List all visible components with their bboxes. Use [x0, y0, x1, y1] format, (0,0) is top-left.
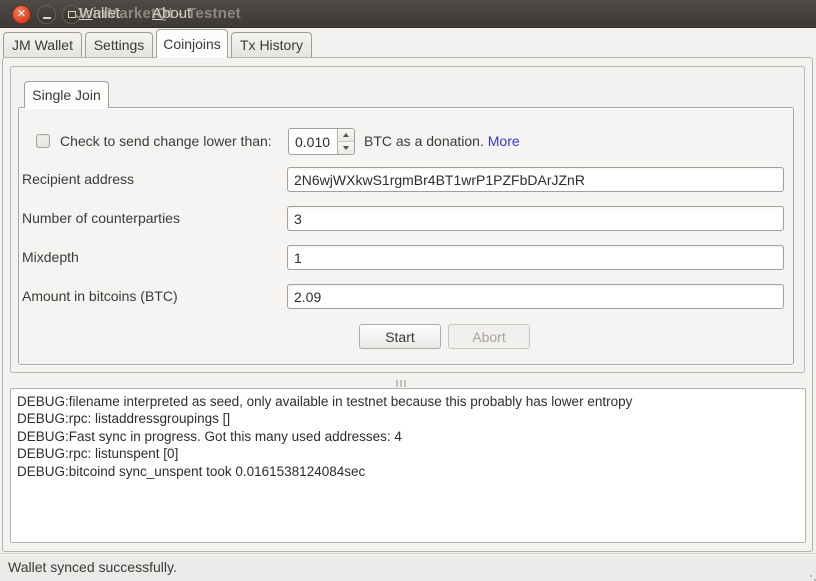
- donation-suffix: BTC as a donation. More: [364, 128, 520, 155]
- donation-checkbox-label: Check to send change lower than:: [60, 128, 272, 155]
- more-link[interactable]: More: [488, 133, 520, 149]
- mixdepth-input[interactable]: [287, 245, 784, 270]
- tab-single-join[interactable]: Single Join: [24, 81, 109, 108]
- abort-button[interactable]: Abort: [448, 324, 530, 349]
- menu-item-wallet[interactable]: Wallet: [79, 0, 120, 28]
- spin-down-icon[interactable]: [338, 142, 354, 154]
- title-stack: JoinMarketQt - Testnet Wallet About: [0, 0, 816, 28]
- log-line: DEBUG:Fast sync in progress. Got this ma…: [17, 428, 799, 445]
- splitter-handle[interactable]: [10, 378, 805, 387]
- spin-up-icon[interactable]: [338, 129, 354, 142]
- spinbox-arrows: [337, 129, 354, 154]
- donation-suffix-text: BTC as a donation.: [364, 133, 484, 149]
- recipient-address-input[interactable]: [287, 167, 784, 192]
- tab-tx-history[interactable]: Tx History: [231, 32, 312, 57]
- log-line: DEBUG:filename interpreted as seed, only…: [17, 393, 799, 410]
- statusbar: Wallet synced successfully.: [0, 553, 816, 581]
- donation-amount-input[interactable]: [289, 129, 337, 154]
- tab-coinjoins[interactable]: Coinjoins: [156, 29, 228, 58]
- tab-settings[interactable]: Settings: [85, 32, 153, 57]
- menu-item-about[interactable]: About: [152, 0, 191, 28]
- log-line: DEBUG:rpc: listaddressgroupings []: [17, 410, 799, 427]
- start-button[interactable]: Start: [359, 324, 441, 349]
- recipient-address-label: Recipient address: [22, 167, 134, 192]
- log-line: DEBUG:rpc: listunspent [0]: [17, 445, 799, 462]
- mixdepth-label: Mixdepth: [22, 245, 79, 270]
- status-message: Wallet synced successfully.: [8, 554, 177, 581]
- debug-log[interactable]: DEBUG:filename interpreted as seed, only…: [10, 388, 806, 543]
- log-line: DEBUG:bitcoind sync_unspent took 0.01615…: [17, 463, 799, 480]
- titlebar: ✕ JoinMarketQt - Testnet Wallet About: [0, 0, 816, 28]
- amount-input[interactable]: [287, 284, 784, 309]
- amount-label: Amount in bitcoins (BTC): [22, 284, 178, 309]
- resize-grip-icon[interactable]: [810, 575, 812, 577]
- counterparties-input[interactable]: [287, 206, 784, 231]
- donation-amount-spinbox[interactable]: [288, 128, 355, 155]
- counterparties-label: Number of counterparties: [22, 206, 180, 231]
- donation-checkbox[interactable]: [36, 134, 50, 148]
- tab-jm-wallet[interactable]: JM Wallet: [3, 32, 82, 57]
- splitter-grip-icon: [396, 380, 406, 387]
